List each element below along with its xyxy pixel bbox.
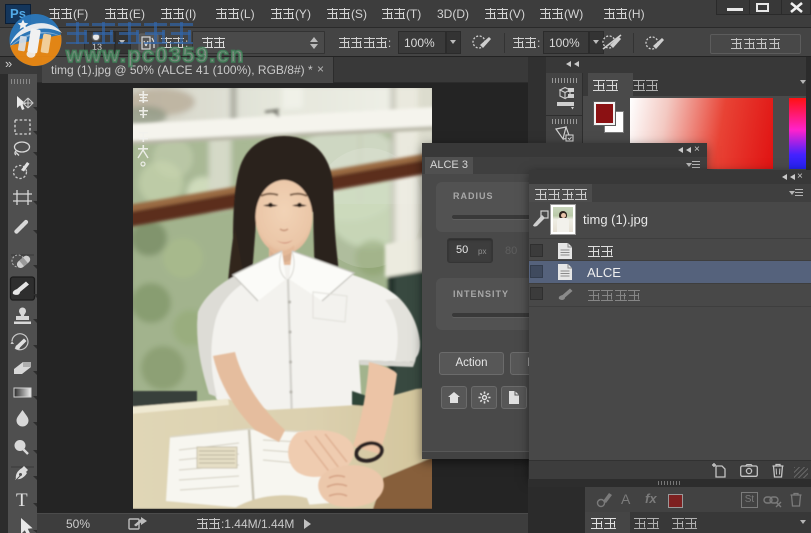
svg-text:T: T bbox=[16, 490, 28, 511]
